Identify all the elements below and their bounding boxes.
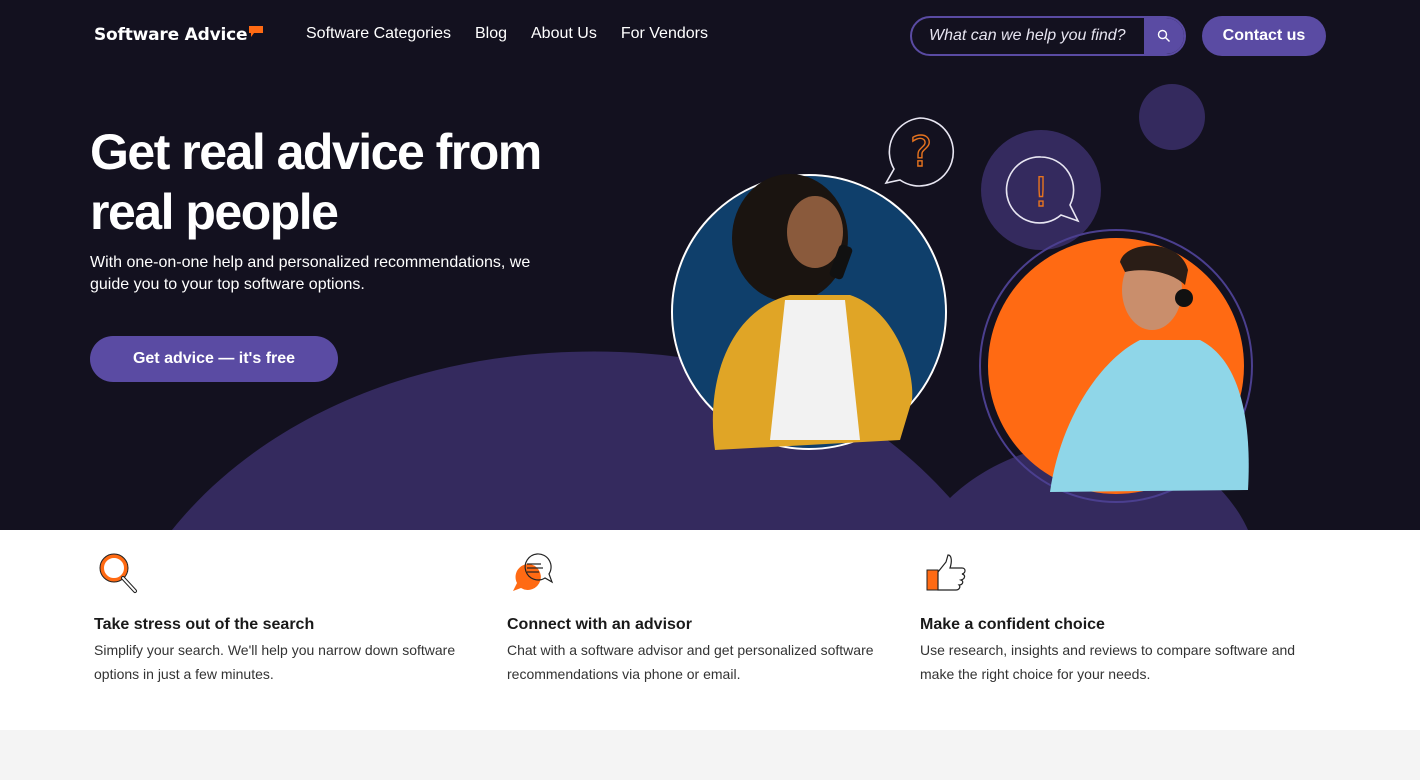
- get-advice-button[interactable]: Get advice — it's free: [90, 336, 338, 382]
- chat-bubbles-icon: [513, 553, 554, 591]
- svg-text:!: !: [1033, 170, 1049, 216]
- logo-text: Software Advice: [94, 25, 248, 45]
- svg-text:?: ?: [910, 127, 932, 176]
- magnifier-icon: [99, 553, 137, 593]
- logo[interactable]: Software Advice: [94, 25, 264, 45]
- feature-title: Take stress out of the search: [94, 616, 315, 633]
- main-nav: Software Categories Blog About Us For Ve…: [306, 25, 708, 43]
- search-icon: [1157, 29, 1170, 42]
- hero-subtitle: With one-on-one help and personalized re…: [90, 254, 531, 293]
- feature-text: Use research, insights and reviews to co…: [920, 642, 1296, 682]
- decor-circle-small: [1139, 84, 1205, 150]
- search-input[interactable]: [912, 18, 1144, 54]
- nav-blog[interactable]: Blog: [475, 25, 507, 43]
- question-bubble-icon: ?: [884, 117, 955, 187]
- feature-text: Simplify your search. We'll help you nar…: [94, 642, 456, 682]
- search-button[interactable]: [1144, 18, 1184, 54]
- logo-flag-icon: [249, 26, 264, 37]
- hero-section: ? ! Software Advice Software Categories …: [0, 0, 1420, 530]
- contact-us-button[interactable]: Contact us: [1202, 16, 1326, 56]
- feature-title: Make a confident choice: [920, 616, 1105, 633]
- nav-for-vendors[interactable]: For Vendors: [621, 25, 708, 43]
- feature-text: Chat with a software advisor and get per…: [507, 642, 874, 682]
- search-bar: [910, 16, 1186, 56]
- features-section: Take stress out of the search Simplify y…: [0, 530, 1420, 730]
- next-section-background: [0, 730, 1420, 780]
- nav-about-us[interactable]: About Us: [531, 25, 597, 43]
- advisor-photo-woman: [671, 174, 947, 450]
- site-header: Software Advice Software Categories Blog…: [0, 0, 1420, 72]
- feature-title: Connect with an advisor: [507, 616, 692, 633]
- hero-title: Get real advice from real people: [90, 124, 542, 240]
- thumbs-up-icon: [926, 554, 966, 591]
- nav-software-categories[interactable]: Software Categories: [306, 25, 451, 43]
